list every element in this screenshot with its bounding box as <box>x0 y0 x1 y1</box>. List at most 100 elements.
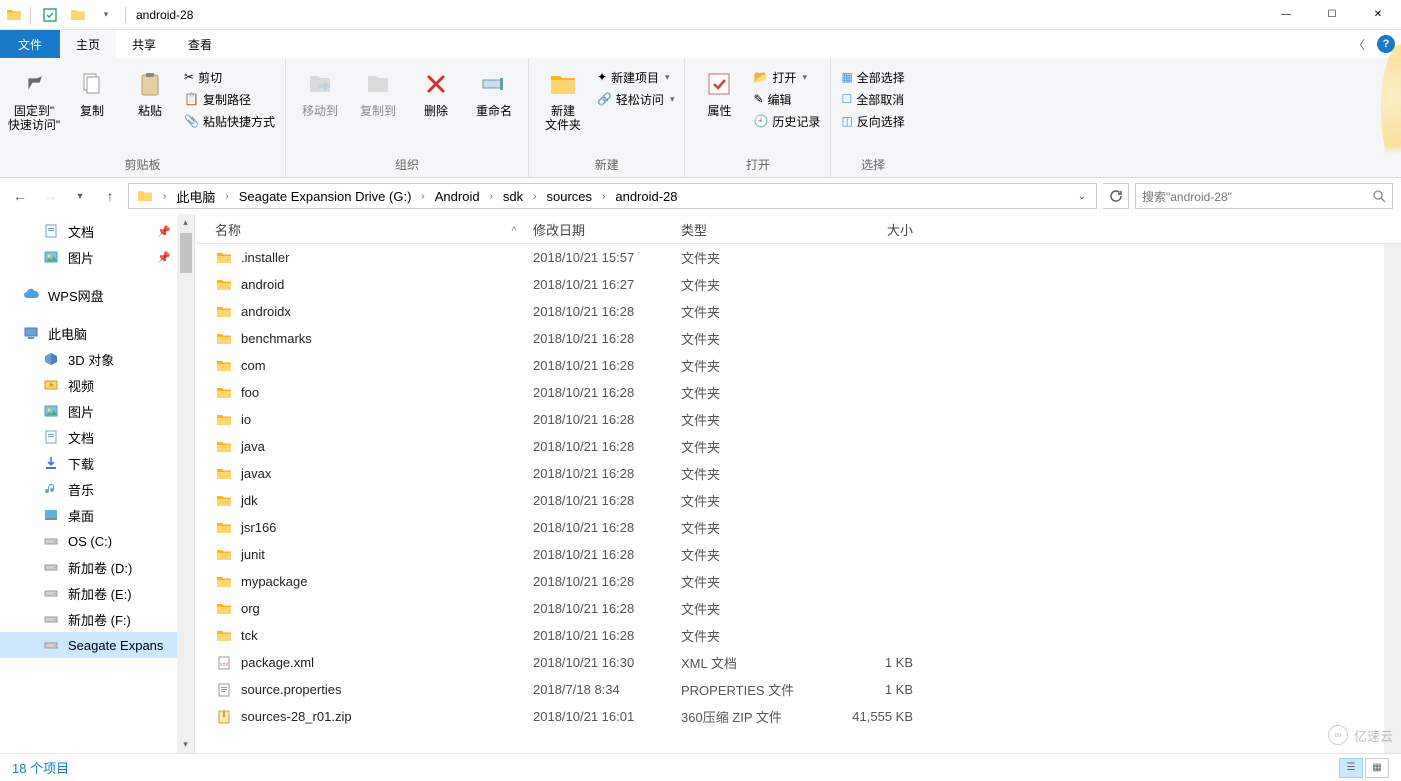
sidebar-item-label: Seagate Expans <box>68 638 163 653</box>
ribbon-group-clipboard: 固定到" 快速访问" 复制 粘贴 ✂剪切 📋复制路径 📎粘贴快捷方式 剪贴板 <box>0 58 286 177</box>
chevron-right-icon[interactable]: › <box>219 191 234 202</box>
sidebar-item[interactable]: 新加卷 (D:) <box>0 554 177 580</box>
scroll-up-icon[interactable]: ▴ <box>177 214 194 231</box>
refresh-button[interactable] <box>1103 183 1129 209</box>
sidebar-item[interactable]: 新加卷 (F:) <box>0 606 177 632</box>
scroll-down-icon[interactable]: ▾ <box>177 736 194 753</box>
table-row[interactable]: jdk2018/10/21 16:28文件夹 <box>195 487 1401 514</box>
select-invert-button[interactable]: ◫反向选择 <box>837 110 908 132</box>
table-row[interactable]: com2018/10/21 16:28文件夹 <box>195 352 1401 379</box>
history-button[interactable]: 🕘历史记录 <box>749 110 824 132</box>
sidebar-item[interactable]: 视频 <box>0 372 177 398</box>
addr-dropdown-icon[interactable]: ⌄ <box>1072 191 1092 202</box>
file-date: 2018/10/21 16:28 <box>525 520 673 535</box>
sidebar-item[interactable]: 3D 对象 <box>0 346 177 372</box>
table-row[interactable]: .installer2018/10/21 15:57文件夹 <box>195 244 1401 271</box>
chevron-right-icon[interactable]: › <box>596 191 611 202</box>
delete-button[interactable]: 删除 <box>408 64 464 118</box>
ribbon-collapse-icon[interactable]: 〈 <box>1345 36 1373 53</box>
header-name[interactable]: 名称˄ <box>195 220 525 239</box>
tab-view[interactable]: 查看 <box>172 30 228 58</box>
table-row[interactable]: org2018/10/21 16:28文件夹 <box>195 595 1401 622</box>
sidebar-item[interactable]: 文档📌 <box>0 218 177 244</box>
header-size[interactable]: 大小 <box>827 220 921 239</box>
breadcrumb-item[interactable]: sources <box>542 189 596 204</box>
sidebar-item[interactable]: 音乐 <box>0 476 177 502</box>
properties-button[interactable]: 属性 <box>691 64 747 118</box>
table-row[interactable]: java2018/10/21 16:28文件夹 <box>195 433 1401 460</box>
chevron-right-icon[interactable]: › <box>527 191 542 202</box>
table-row[interactable]: foo2018/10/21 16:28文件夹 <box>195 379 1401 406</box>
sidebar-item[interactable]: 图片 <box>0 398 177 424</box>
view-details-button[interactable]: ☰ <box>1339 758 1363 778</box>
breadcrumb-item[interactable]: Android <box>431 189 484 204</box>
search-input[interactable]: 搜索"android-28" <box>1135 183 1393 209</box>
table-row[interactable]: jsr1662018/10/21 16:28文件夹 <box>195 514 1401 541</box>
table-row[interactable]: tck2018/10/21 16:28文件夹 <box>195 622 1401 649</box>
edit-button[interactable]: ✎编辑 <box>749 88 824 110</box>
newitem-button[interactable]: ✦新建项目▾ <box>593 66 679 88</box>
qat-newfolder-icon[interactable] <box>67 4 89 26</box>
tab-file[interactable]: 文件 <box>0 30 60 58</box>
select-none-button[interactable]: ☐全部取消 <box>837 88 908 110</box>
view-icons-button[interactable]: ▦ <box>1365 758 1389 778</box>
moveto-button[interactable]: 移动到 <box>292 64 348 118</box>
table-row[interactable]: io2018/10/21 16:28文件夹 <box>195 406 1401 433</box>
forward-button[interactable]: → <box>38 184 62 208</box>
sidebar-item[interactable]: 文档 <box>0 424 177 450</box>
sidebar-item[interactable]: Seagate Expans <box>0 632 177 658</box>
sidebar-scrollbar[interactable]: ▴ ▾ <box>177 214 194 753</box>
breadcrumb-item[interactable]: sdk <box>499 189 527 204</box>
pin-quickaccess-button[interactable]: 固定到" 快速访问" <box>6 64 62 133</box>
sidebar-item[interactable]: OS (C:) <box>0 528 177 554</box>
tab-share[interactable]: 共享 <box>116 30 172 58</box>
table-row[interactable]: benchmarks2018/10/21 16:28文件夹 <box>195 325 1401 352</box>
recent-dropdown[interactable]: ▾ <box>68 184 92 208</box>
table-row[interactable]: sources-28_r01.zip2018/10/21 16:01360压缩 … <box>195 703 1401 730</box>
help-icon[interactable]: ? <box>1377 35 1395 53</box>
sidebar-item[interactable]: 下载 <box>0 450 177 476</box>
chevron-right-icon[interactable]: › <box>415 191 430 202</box>
paste-shortcut-button[interactable]: 📎粘贴快捷方式 <box>180 110 279 132</box>
select-all-button[interactable]: ▦全部选择 <box>837 66 908 88</box>
sidebar-item[interactable]: 此电脑 <box>0 320 177 346</box>
tab-home[interactable]: 主页 <box>60 30 116 58</box>
open-button[interactable]: 📂打开▾ <box>749 66 824 88</box>
copypath-button[interactable]: 📋复制路径 <box>180 88 279 110</box>
paste-button[interactable]: 粘贴 <box>122 64 178 118</box>
table-row[interactable]: junit2018/10/21 16:28文件夹 <box>195 541 1401 568</box>
header-type[interactable]: 类型 <box>673 220 827 239</box>
maximize-button[interactable]: ☐ <box>1309 0 1355 30</box>
table-row[interactable]: android2018/10/21 16:27文件夹 <box>195 271 1401 298</box>
address-bar[interactable]: › 此电脑›Seagate Expansion Drive (G:)›Andro… <box>128 183 1097 209</box>
back-button[interactable]: ← <box>8 184 32 208</box>
close-button[interactable]: ✕ <box>1355 0 1401 30</box>
content-scrollbar[interactable] <box>1384 244 1401 753</box>
sidebar-item[interactable]: WPS网盘 <box>0 282 177 308</box>
chevron-right-icon[interactable]: › <box>157 191 172 202</box>
scroll-thumb[interactable] <box>180 233 192 273</box>
sidebar-item[interactable]: 桌面 <box>0 502 177 528</box>
easyaccess-button[interactable]: 🔗轻松访问▾ <box>593 88 679 110</box>
copy-button[interactable]: 复制 <box>64 64 120 118</box>
sidebar-item[interactable]: 图片📌 <box>0 244 177 270</box>
qat-properties-icon[interactable] <box>39 4 61 26</box>
table-row[interactable]: javax2018/10/21 16:28文件夹 <box>195 460 1401 487</box>
qat-dropdown-icon[interactable]: ▾ <box>95 4 117 26</box>
chevron-right-icon[interactable]: › <box>484 191 499 202</box>
table-row[interactable]: androidx2018/10/21 16:28文件夹 <box>195 298 1401 325</box>
breadcrumb-item[interactable]: 此电脑 <box>172 187 219 206</box>
copyto-button[interactable]: 复制到 <box>350 64 406 118</box>
table-row[interactable]: source.properties2018/7/18 8:34PROPERTIE… <box>195 676 1401 703</box>
table-row[interactable]: mypackage2018/10/21 16:28文件夹 <box>195 568 1401 595</box>
header-date[interactable]: 修改日期 <box>525 220 673 239</box>
breadcrumb-item[interactable]: Seagate Expansion Drive (G:) <box>235 189 416 204</box>
up-button[interactable]: ↑ <box>98 184 122 208</box>
minimize-button[interactable]: — <box>1263 0 1309 30</box>
table-row[interactable]: xmlpackage.xml2018/10/21 16:30XML 文档1 KB <box>195 649 1401 676</box>
rename-button[interactable]: 重命名 <box>466 64 522 118</box>
cut-button[interactable]: ✂剪切 <box>180 66 279 88</box>
breadcrumb-item[interactable]: android-28 <box>611 189 681 204</box>
newfolder-button[interactable]: 新建 文件夹 <box>535 64 591 133</box>
sidebar-item[interactable]: 新加卷 (E:) <box>0 580 177 606</box>
